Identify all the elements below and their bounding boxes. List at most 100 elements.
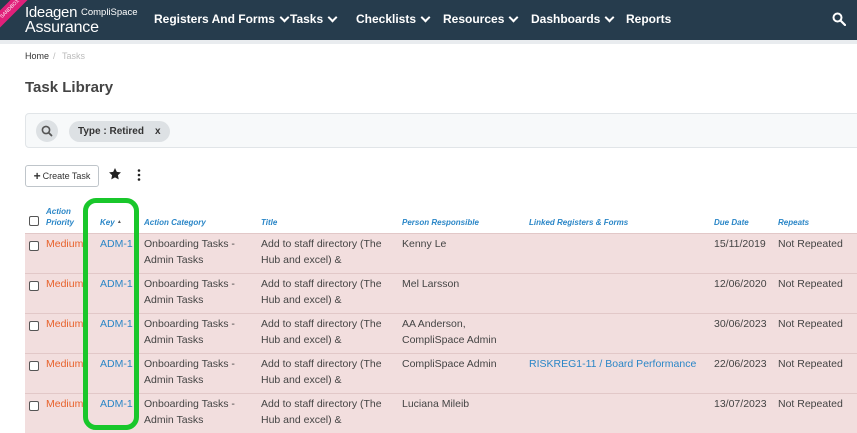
person-responsible: Mel Larsson: [402, 276, 459, 292]
task-title[interactable]: Add to staff directory (The Hub and exce…: [261, 236, 382, 268]
filter-chip-remove[interactable]: x: [155, 126, 161, 137]
task-title[interactable]: Add to staff directory (The Hub and exce…: [261, 356, 382, 388]
table-row[interactable]: Medium ADM-1 Onboarding Tasks - Admin Tas…: [25, 393, 857, 433]
person-line: AA Anderson,: [402, 318, 466, 330]
top-navbar: SANDBOX Ideagen CompliSpace Assurance Re…: [0, 0, 857, 40]
title-line: Add to staff directory (The: [261, 398, 382, 410]
title-line: Hub and excel) &: [261, 334, 342, 346]
select-all-checkbox[interactable]: [29, 216, 39, 226]
person-responsible: Kenny Le: [402, 236, 446, 252]
repeats-value: Not Repeated: [778, 398, 843, 410]
create-task-label: Create Task: [42, 171, 91, 181]
priority-value: Medium: [46, 278, 84, 290]
priority-value: Medium: [46, 238, 84, 250]
category-line: Onboarding Tasks -: [144, 238, 235, 250]
due-date: 13/07/2023: [714, 398, 767, 410]
category-line: Onboarding Tasks -: [144, 358, 235, 370]
nav-item-label: Reports: [626, 12, 672, 26]
repeats-value: Not Repeated: [778, 318, 843, 330]
column-header-category[interactable]: Action Category: [144, 217, 206, 228]
row-checkbox[interactable]: [29, 241, 39, 251]
row-checkbox[interactable]: [29, 401, 39, 411]
action-category: Onboarding Tasks - Admin Tasks: [144, 356, 235, 388]
title-line: Hub and excel) &: [261, 294, 342, 306]
table-row[interactable]: Medium ADM-1 Onboarding Tasks - Admin Tas…: [25, 313, 857, 353]
chevron-down-icon: [508, 12, 519, 22]
column-header-title[interactable]: Title: [261, 217, 277, 228]
title-line: Hub and excel) &: [261, 414, 342, 426]
chevron-down-icon: [279, 12, 290, 22]
category-line: Admin Tasks: [144, 294, 204, 306]
breadcrumb-separator: /: [53, 51, 56, 61]
category-line: Admin Tasks: [144, 334, 204, 346]
repeats-value: Not Repeated: [778, 358, 843, 370]
linked-register-link[interactable]: RISKREG1-11 / Board Performance: [529, 356, 696, 372]
column-header-repeats[interactable]: Repeats: [778, 217, 809, 228]
person-line: CompliSpace Admin: [402, 358, 497, 370]
title-line: Add to staff directory (The: [261, 358, 382, 370]
nav-item-label: Dashboards: [531, 12, 601, 26]
nav-item-label: Resources: [443, 12, 505, 26]
nav-registers-and-forms[interactable]: Registers And Forms: [154, 12, 290, 26]
action-category: Onboarding Tasks - Admin Tasks: [144, 236, 235, 268]
filter-search-button[interactable]: [36, 120, 58, 142]
breadcrumb-current: Tasks: [62, 51, 86, 61]
title-line: Hub and excel) &: [261, 374, 342, 386]
column-header-person[interactable]: Person Responsible: [402, 217, 479, 228]
header-label-line: Priority: [46, 218, 75, 227]
task-title[interactable]: Add to staff directory (The Hub and exce…: [261, 276, 382, 308]
nav-item-label: Tasks: [290, 12, 324, 26]
kebab-menu-icon[interactable]: [136, 169, 142, 181]
priority-value: Medium: [46, 318, 84, 330]
logo-assurance[interactable]: Assurance: [25, 19, 99, 37]
search-icon[interactable]: [832, 12, 846, 26]
priority-value: Medium: [46, 398, 84, 410]
table-row[interactable]: Medium ADM-1 Onboarding Tasks - Admin Tas…: [25, 273, 857, 313]
title-line: Add to staff directory (The: [261, 278, 382, 290]
nav-item-label: Registers And Forms: [154, 12, 275, 26]
filter-bar: Type : Retired x: [25, 113, 857, 148]
breadcrumb-home[interactable]: Home: [25, 51, 49, 61]
task-title[interactable]: Add to staff directory (The Hub and exce…: [261, 396, 382, 428]
column-header-linked[interactable]: Linked Registers & Forms: [529, 217, 628, 228]
create-task-button[interactable]: + Create Task: [25, 165, 99, 187]
logo-complispace: CompliSpace: [81, 7, 138, 18]
action-category: Onboarding Tasks - Admin Tasks: [144, 276, 235, 308]
filter-chip-type: Type : Retired x: [69, 121, 170, 142]
nav-reports[interactable]: Reports: [626, 12, 671, 26]
category-line: Admin Tasks: [144, 374, 204, 386]
chevron-down-icon: [420, 12, 431, 22]
row-checkbox[interactable]: [29, 361, 39, 371]
person-line: Luciana Mileib: [402, 398, 470, 410]
column-header-due-date[interactable]: Due Date: [714, 217, 749, 228]
due-date: 22/06/2023: [714, 358, 767, 370]
category-line: Admin Tasks: [144, 414, 204, 426]
nav-item-label: Checklists: [356, 12, 417, 26]
person-line: CompliSpace Admin: [402, 334, 497, 346]
table-row[interactable]: Medium ADM-1 Onboarding Tasks - Admin Tas…: [25, 353, 857, 393]
person-responsible: Luciana Mileib: [402, 396, 469, 412]
task-title[interactable]: Add to staff directory (The Hub and exce…: [261, 316, 382, 348]
nav-resources[interactable]: Resources: [443, 12, 519, 26]
action-category: Onboarding Tasks - Admin Tasks: [144, 316, 235, 348]
repeats-value: Not Repeated: [778, 238, 843, 250]
nav-divider: [0, 40, 857, 44]
due-date: 12/06/2020: [714, 278, 767, 290]
row-checkbox[interactable]: [29, 281, 39, 291]
plus-icon: +: [33, 169, 41, 183]
row-checkbox[interactable]: [29, 321, 39, 331]
column-header-priority[interactable]: Action Priority: [46, 206, 74, 228]
person-responsible: CompliSpace Admin: [402, 356, 497, 372]
nav-checklists[interactable]: Checklists: [356, 12, 431, 26]
due-date: 30/06/2023: [714, 318, 767, 330]
title-line: Add to staff directory (The: [261, 318, 382, 330]
header-label-line: Action: [46, 207, 71, 216]
star-icon[interactable]: [108, 167, 122, 181]
search-icon: [41, 125, 53, 137]
nav-tasks[interactable]: Tasks: [290, 12, 338, 26]
nav-dashboards[interactable]: Dashboards: [531, 12, 615, 26]
table-row[interactable]: Medium ADM-1 Onboarding Tasks - Admin Tas…: [25, 233, 857, 273]
priority-value: Medium: [46, 358, 84, 370]
due-date: 15/11/2019: [714, 238, 766, 250]
chevron-down-icon: [604, 12, 615, 22]
